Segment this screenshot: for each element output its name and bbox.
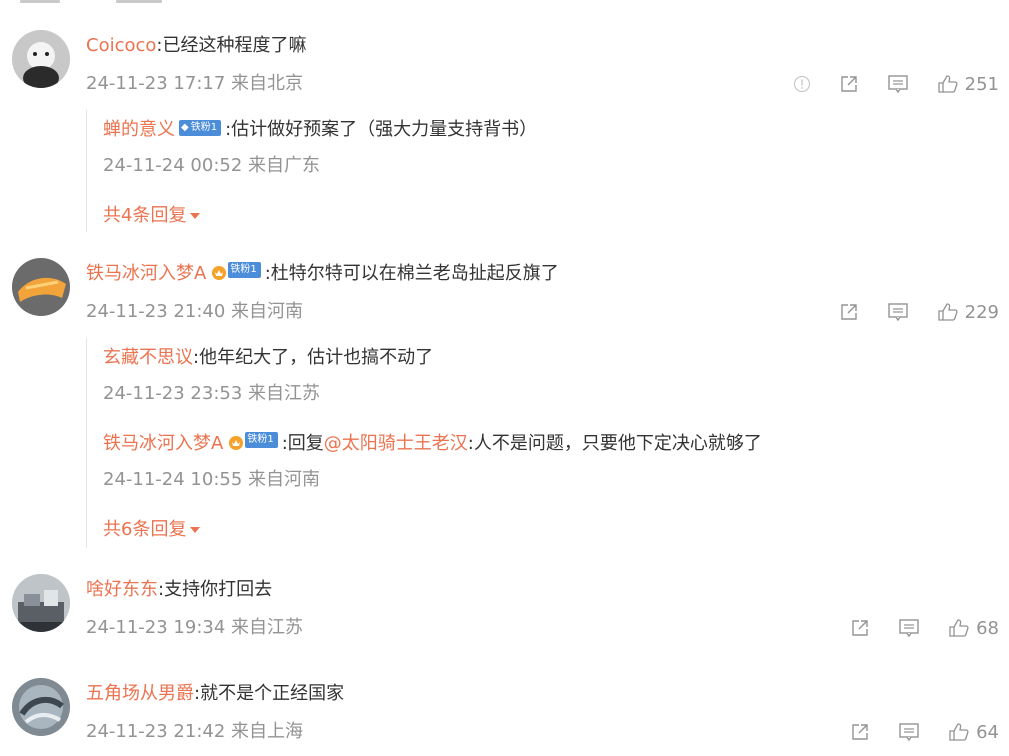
more-replies-label: 共4条回复 bbox=[103, 205, 187, 226]
diamond-icon: ◆ bbox=[181, 122, 189, 133]
comment-text: :支持你打回去 bbox=[158, 579, 273, 600]
reply-item: 玄藏不思议:他年纪大了，估计也搞不动了 24-11-23 23:53 来自江苏 bbox=[103, 346, 997, 406]
share-icon[interactable] bbox=[850, 722, 870, 742]
comment-actions: 251 bbox=[765, 72, 999, 96]
reply-meta: 24-11-24 00:52 来自广东 bbox=[103, 155, 321, 176]
view-more-replies-link[interactable]: 共4条回复 bbox=[103, 204, 201, 228]
like-count: 251 bbox=[964, 73, 999, 95]
fan-badge-label: 铁粉1 bbox=[190, 122, 218, 133]
comment-header: 五角场从男爵:就不是个正经国家 bbox=[86, 682, 344, 706]
reply-item: 铁马冰河入梦A 铁粉1:回复@太阳骑士王老汉:人不是问题，只要他下定决心就够了 2… bbox=[103, 432, 997, 492]
comment-meta: 24-11-23 17:17 来自北京 bbox=[86, 73, 304, 94]
mention-link[interactable]: @太阳骑士王老汉 bbox=[324, 433, 468, 454]
comment-text: :杜特尔特可以在棉兰老岛扯起反旗了 bbox=[264, 263, 559, 284]
like-button[interactable]: 229 bbox=[937, 302, 999, 323]
reply-username-link[interactable]: 铁马冰河入梦A bbox=[103, 433, 223, 454]
share-icon[interactable] bbox=[839, 74, 859, 94]
share-icon[interactable] bbox=[850, 618, 870, 638]
username-link[interactable]: 铁马冰河入梦A bbox=[86, 263, 206, 284]
reply-thread: 蝉的意义 ◆ 铁粉1:估计做好预案了（强大力量支持背书） 24-11-24 00:5… bbox=[86, 110, 997, 232]
fan-badge: 铁粉1 bbox=[210, 262, 264, 281]
view-more-replies-link[interactable]: 共6条回复 bbox=[103, 518, 201, 542]
comment-icon[interactable] bbox=[887, 74, 909, 94]
crown-icon bbox=[229, 436, 244, 450]
share-icon[interactable] bbox=[839, 302, 859, 322]
avatar[interactable] bbox=[12, 30, 70, 88]
caret-down-icon bbox=[190, 527, 201, 533]
comment-meta: 24-11-23 21:42 来自上海 bbox=[86, 721, 304, 742]
like-count: 68 bbox=[976, 617, 999, 639]
avatar[interactable] bbox=[12, 258, 70, 316]
comment-actions: 68 bbox=[822, 616, 999, 640]
comment-header: 啥好东东:支持你打回去 bbox=[86, 578, 272, 602]
like-count: 229 bbox=[964, 301, 999, 323]
comment-icon[interactable] bbox=[898, 618, 920, 638]
reply-username-link[interactable]: 玄藏不思议 bbox=[103, 347, 193, 368]
thumb-up-icon bbox=[937, 75, 958, 93]
avatar[interactable] bbox=[12, 678, 70, 736]
fan-badge: ◆ 铁粉1 bbox=[179, 120, 222, 136]
avatar[interactable] bbox=[12, 574, 70, 632]
reply-prefix: :回复 bbox=[281, 433, 324, 454]
comment-actions: 229 bbox=[811, 300, 999, 324]
caret-down-icon bbox=[190, 213, 201, 219]
fan-badge: 铁粉1 bbox=[227, 432, 281, 451]
comment-text: :就不是个正经国家 bbox=[194, 683, 345, 704]
comment-icon[interactable] bbox=[898, 722, 920, 742]
like-button[interactable]: 64 bbox=[948, 722, 999, 743]
more-replies-label: 共6条回复 bbox=[103, 519, 187, 540]
comment-icon[interactable] bbox=[887, 302, 909, 322]
fan-badge-label: 铁粉1 bbox=[245, 432, 278, 448]
like-button[interactable]: 251 bbox=[937, 74, 999, 95]
reply-meta: 24-11-23 23:53 来自江苏 bbox=[103, 383, 321, 404]
comment-actions: 64 bbox=[822, 720, 999, 744]
like-count: 64 bbox=[976, 721, 999, 743]
username-link[interactable]: 五角场从男爵 bbox=[86, 683, 194, 704]
reply-thread: 玄藏不思议:他年纪大了，估计也搞不动了 24-11-23 23:53 来自江苏 … bbox=[86, 338, 997, 548]
reply-meta: 24-11-24 10:55 来自河南 bbox=[103, 469, 321, 490]
crown-icon bbox=[212, 266, 227, 280]
reply-text: :人不是问题，只要他下定决心就够了 bbox=[467, 433, 762, 454]
thumb-up-icon bbox=[949, 723, 969, 741]
fan-badge-label: 铁粉1 bbox=[228, 262, 261, 278]
thumb-up-icon bbox=[937, 303, 958, 321]
reply-text: :估计做好预案了（强大力量支持背书） bbox=[225, 119, 538, 140]
comment-text: :已经这种程度了嘛 bbox=[156, 35, 307, 56]
report-icon[interactable] bbox=[793, 75, 811, 93]
thumb-up-icon bbox=[949, 619, 969, 637]
comment-header: Coicoco:已经这种程度了嘛 bbox=[86, 34, 306, 58]
comment-meta: 24-11-23 19:34 来自江苏 bbox=[86, 617, 304, 638]
reply-item: 蝉的意义 ◆ 铁粉1:估计做好预案了（强大力量支持背书） 24-11-24 00:5… bbox=[103, 118, 997, 178]
like-button[interactable]: 68 bbox=[948, 618, 999, 639]
username-link[interactable]: Coicoco bbox=[86, 35, 156, 56]
comment-header: 铁马冰河入梦A 铁粉1:杜特尔特可以在棉兰老岛扯起反旗了 bbox=[86, 262, 559, 286]
comment-meta: 24-11-23 21:40 来自河南 bbox=[86, 301, 304, 322]
reply-text: :他年纪大了，估计也搞不动了 bbox=[193, 347, 434, 368]
reply-username-link[interactable]: 蝉的意义 bbox=[103, 119, 175, 140]
username-link[interactable]: 啥好东东 bbox=[86, 579, 158, 600]
